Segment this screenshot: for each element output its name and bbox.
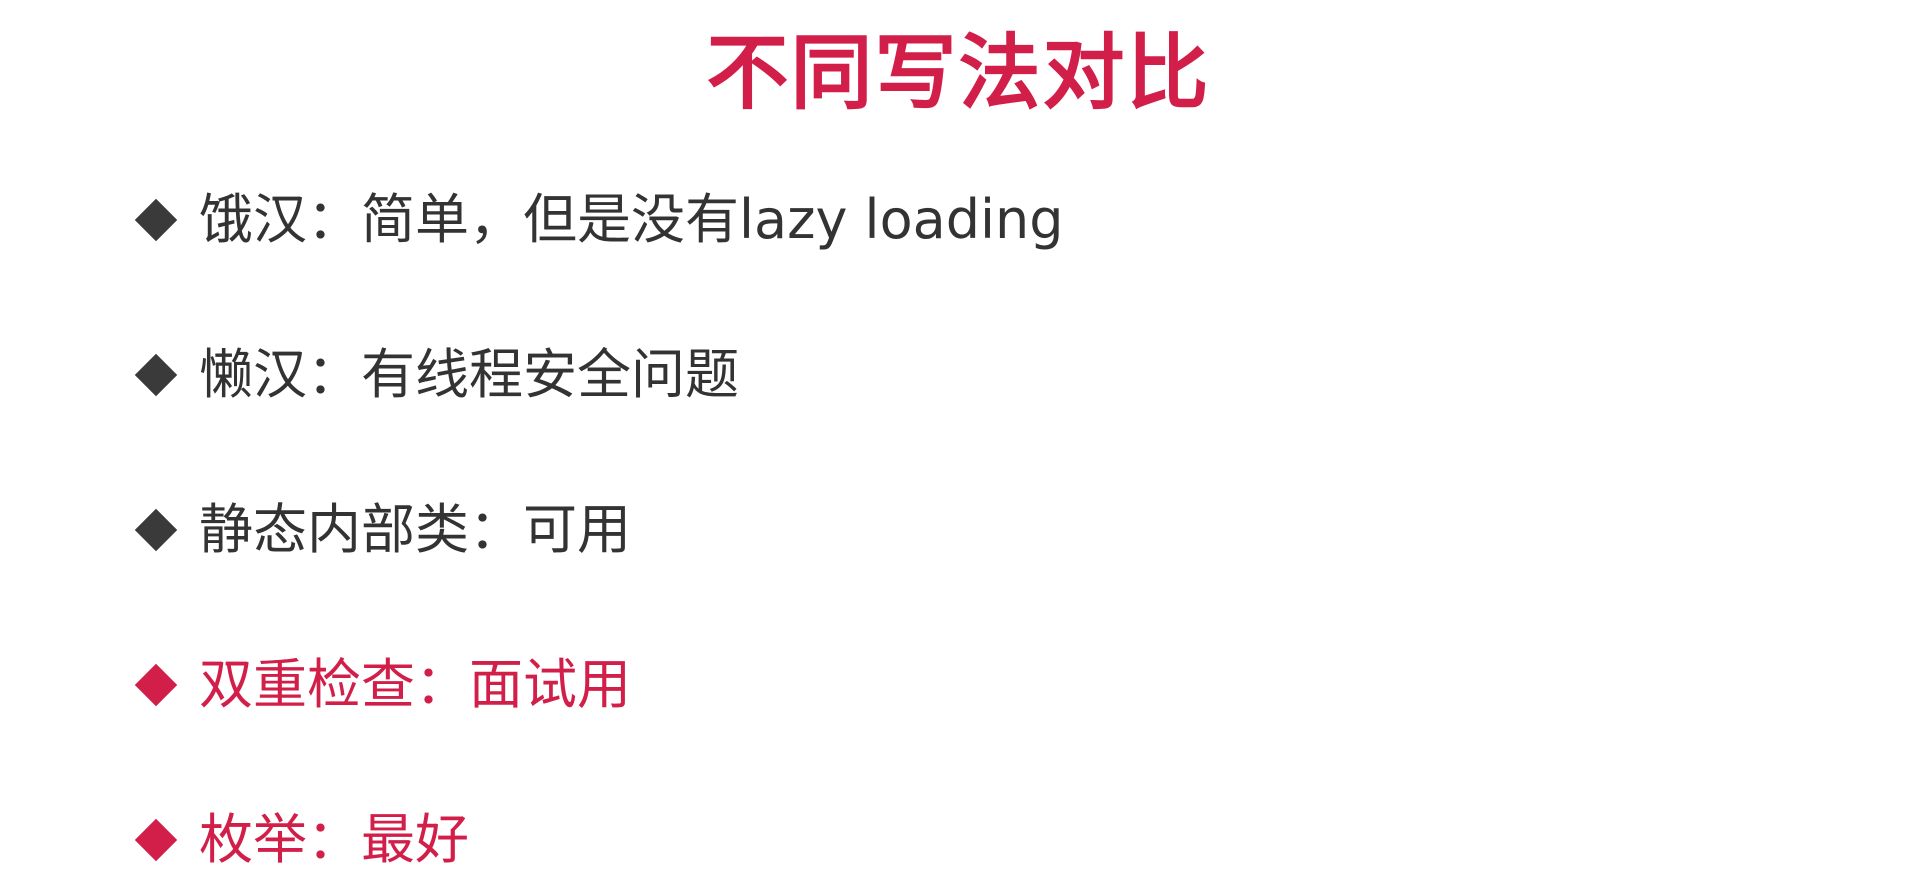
bullet-item-2: 静态内部类：可用: [133, 495, 1063, 565]
slide: 不同写法对比 饿汉：简单，但是没有lazy loading 懒汉：有线程安全问题…: [0, 0, 1917, 882]
slide-title: 不同写法对比: [706, 26, 1211, 121]
bullet-text: 懒汉：有线程安全问题: [199, 343, 739, 406]
bullet-text: 静态内部类：可用: [199, 498, 631, 561]
bullet-item-3: 双重检查：面试用: [133, 650, 1063, 720]
bullet-item-1: 懒汉：有线程安全问题: [133, 340, 1063, 410]
diamond-bullet-icon: [134, 663, 178, 707]
bullet-text: 枚举：最好: [199, 808, 469, 871]
diamond-bullet-icon: [134, 508, 178, 552]
bullet-text: 饿汉：简单，但是没有lazy loading: [199, 188, 1064, 251]
diamond-bullet-icon: [134, 198, 178, 242]
bullet-item-4: 枚举：最好: [133, 805, 1063, 875]
bullet-text: 双重检查：面试用: [199, 653, 631, 716]
bullet-list: 饿汉：简单，但是没有lazy loading 懒汉：有线程安全问题 静态内部类：…: [133, 185, 1063, 875]
bullet-item-0: 饿汉：简单，但是没有lazy loading: [133, 185, 1063, 255]
diamond-bullet-icon: [134, 353, 178, 397]
diamond-bullet-icon: [134, 818, 178, 862]
